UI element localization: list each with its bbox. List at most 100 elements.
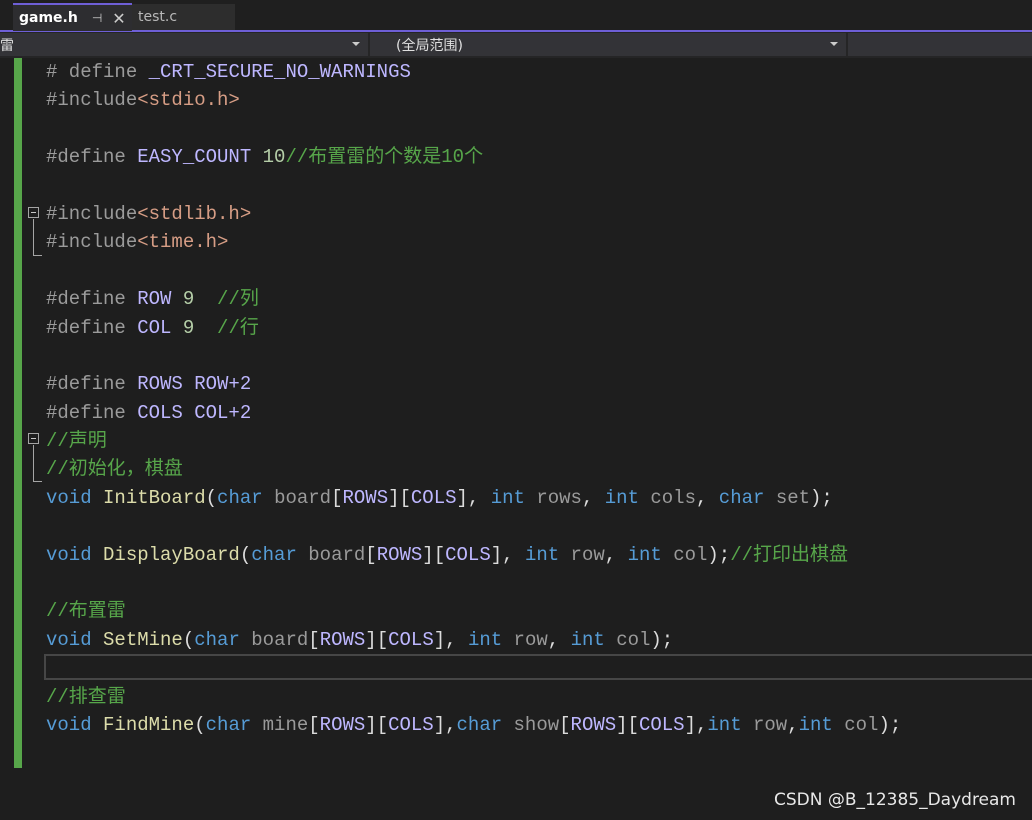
code-line[interactable]: #include<time.h> [46,228,901,256]
code-token: board [274,486,332,509]
code-token: //列 [217,288,259,311]
project-label: 雷 [0,37,14,54]
code-token: #include [46,202,138,225]
code-line[interactable]: #define COL 9 //行 [46,314,901,342]
code-token: COLS [445,543,491,566]
code-token: board [251,628,309,651]
code-line[interactable] [46,512,901,540]
change-indicator-bar [14,58,22,768]
fold-collapse-icon[interactable] [28,433,39,444]
code-line[interactable] [46,342,901,370]
code-token: <stdio.h> [137,89,240,112]
scope-dropdown[interactable]: (全局范围) [370,33,846,56]
code-token: COLS [388,713,434,736]
scope-label: (全局范围) [396,37,463,54]
code-token: int [798,713,845,736]
code-token: #define [46,401,138,424]
code-token: 9 [171,288,218,311]
code-token: , [581,486,605,509]
code-token: _CRT_SECURE_NO_WARNINGS [148,61,411,83]
code-token: //排查雷 [46,685,126,708]
code-line[interactable]: //排查雷 [46,683,901,711]
code-token: //打印出棋盘 [730,543,849,566]
code-line[interactable] [46,569,901,597]
code-line[interactable]: //布置雷 [46,597,901,625]
member-dropdown[interactable] [848,33,1032,56]
code-line[interactable]: #include<stdlib.h> [46,200,901,228]
code-token: ROWS [570,713,617,736]
code-token: ], [456,486,491,509]
code-token: col [616,628,651,651]
code-token: ][ [422,543,446,566]
code-token: int [570,628,617,651]
code-line[interactable]: #define EASY_COUNT 10//布置雷的个数是10个 [46,143,901,171]
code-token: , [695,486,719,509]
code-token: #define [46,288,138,311]
code-line[interactable]: //声明 [46,427,901,455]
code-token: ); [810,486,833,509]
code-line[interactable]: #include<stdio.h> [46,86,901,114]
code-token: <time.h> [137,231,229,254]
code-token: # define [46,61,149,83]
code-token: ); [707,543,731,566]
code-token: col [844,713,879,736]
fold-collapse-icon[interactable] [28,207,39,218]
code-token: ROWS [319,713,366,736]
code-line[interactable] [46,257,901,285]
code-token: ROWS [319,628,366,651]
code-token: int [467,628,514,651]
code-line[interactable] [46,115,901,143]
code-token: COL+2 [182,401,252,424]
code-line[interactable]: void DisplayBoard(char board[ROWS][COLS]… [46,541,901,569]
close-icon[interactable]: ✕ [112,9,125,28]
code-token: #define [46,146,138,169]
code-editor[interactable]: # define _CRT_SECURE_NO_WARNINGS #include… [46,58,901,739]
code-token: <stdlib.h> [137,202,252,225]
code-token: DisplayBoard [103,543,240,566]
code-line[interactable]: void InitBoard(char board[ROWS][COLS], i… [46,484,901,512]
code-line[interactable]: void FindMine(char mine[ROWS][COLS],char… [46,711,901,739]
code-token: row [513,628,548,651]
tab-bar: game.h ⊣ ✕ test.c [0,0,1032,32]
code-line[interactable]: void SetMine(char board[ROWS][COLS], int… [46,626,901,654]
code-token: ], [490,543,525,566]
code-token: SetMine [103,628,183,651]
code-token: row [570,543,605,566]
code-line[interactable]: //初始化，棋盘 [46,455,901,483]
code-token: COLS [410,486,457,509]
fold-range-line [33,219,42,256]
code-token: #include [46,231,138,254]
code-token: int [707,713,753,736]
chevron-down-icon [830,42,838,46]
code-token: int [604,486,651,509]
code-token: ROWS [376,543,423,566]
code-token: 10 [251,146,286,169]
code-token: , [604,543,628,566]
code-token: COL [137,316,172,339]
project-dropdown[interactable]: 雷 [0,33,368,56]
code-token: int [490,486,537,509]
tab-test-c[interactable]: test.c [132,4,235,30]
code-token: set [775,486,811,509]
code-token: ( [182,628,195,651]
pin-icon[interactable]: ⊣ [92,11,102,25]
tab-label: test.c [138,9,178,25]
code-line[interactable]: #define ROWS ROW+2 [46,370,901,398]
code-token: FindMine [103,713,195,736]
code-token: void [46,628,104,651]
code-line[interactable]: #define COLS COL+2 [46,399,901,427]
code-line[interactable] [46,654,901,682]
code-line[interactable]: # define _CRT_SECURE_NO_WARNINGS [46,58,901,86]
code-token: char [217,486,275,509]
fold-range-line [33,445,42,482]
code-token: COLS [638,713,685,736]
code-line[interactable]: #define ROW 9 //列 [46,285,901,313]
code-token: [ [308,628,320,651]
code-line[interactable] [46,172,901,200]
tab-game-h[interactable]: game.h ⊣ ✕ [13,3,132,31]
code-token: ROW+2 [182,373,252,396]
watermark: CSDN @B_12385_Daydream [773,790,1016,810]
code-token: char [718,486,776,509]
code-token: ROW [137,288,172,311]
code-token: col [673,543,708,566]
